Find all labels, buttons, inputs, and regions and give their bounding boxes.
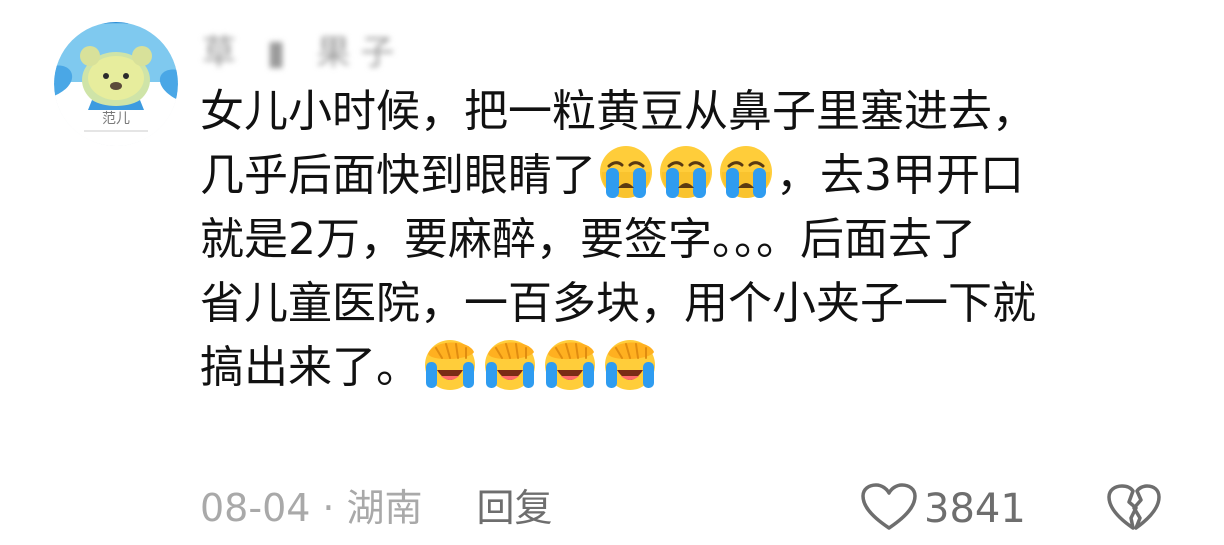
- comment-line: 几乎后面快到眼睛了 ，去3甲开口: [200, 144, 1190, 208]
- comment-line-text: 搞出来了。: [200, 342, 420, 393]
- like-button[interactable]: 3841: [860, 482, 1026, 536]
- broken-heart-icon: [1106, 484, 1162, 538]
- comment-line: 省儿童医院，一百多块，用个小夹子一下就: [200, 272, 1190, 336]
- loudly-crying-face-icon: [596, 144, 656, 200]
- comment-line: 就是2万，要麻醉，要签字。。。后面去了: [200, 208, 1190, 272]
- meta-separator: ·: [322, 486, 335, 530]
- face-palm-laughing-icon: [420, 336, 480, 392]
- comment-date: 08-04: [200, 486, 311, 530]
- loudly-crying-face-icon: [656, 144, 716, 200]
- like-count: 3841: [924, 486, 1026, 532]
- face-palm-laughing-icon: [540, 336, 600, 392]
- comment-location: 湖南: [346, 486, 423, 530]
- comment-line-text: 几乎后面快到眼睛了: [200, 150, 596, 201]
- heart-outline-icon: [860, 482, 918, 536]
- user-avatar[interactable]: 范儿: [54, 22, 178, 146]
- comment-line-text: 就是2万，要麻醉，要签字。。。后面去了: [200, 214, 976, 265]
- face-palm-laughing-icon: [600, 336, 660, 392]
- username[interactable]: 草 ▮ 果子: [202, 30, 404, 76]
- comment-line-text: 省儿童医院，一百多块，用个小夹子一下就: [200, 278, 1036, 329]
- dislike-button[interactable]: [1106, 482, 1162, 536]
- loudly-crying-face-icon: [716, 144, 776, 200]
- comment-line: 女儿小时候，把一粒黄豆从鼻子里塞进去，: [200, 80, 1190, 144]
- comment-line-text: ，去3甲开口: [776, 150, 1024, 201]
- avatar-label: 范儿: [102, 111, 130, 127]
- comment-line-text: 女儿小时候，把一粒黄豆从鼻子里塞进去，: [200, 86, 1036, 137]
- comment-line: 搞出来了。: [200, 336, 1190, 400]
- comment-text: 女儿小时候，把一粒黄豆从鼻子里塞进去， 几乎后面快到眼睛了 ，去3甲开口 就是2…: [200, 80, 1190, 400]
- comment-meta: 08-04 · 湖南 回复: [200, 480, 553, 536]
- face-palm-laughing-icon: [480, 336, 540, 392]
- reply-button[interactable]: 回复: [477, 486, 553, 530]
